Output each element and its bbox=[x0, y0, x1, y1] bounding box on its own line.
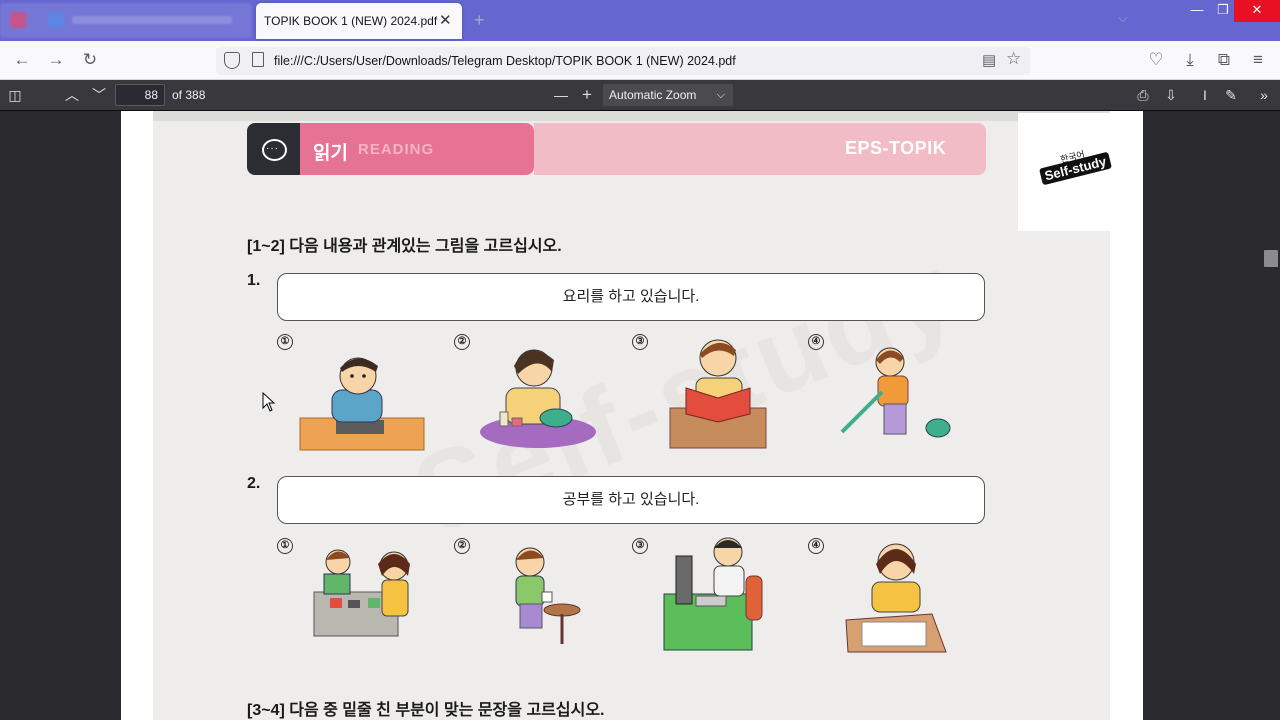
option-number: ② bbox=[454, 538, 470, 554]
print-icon[interactable]: ⎙ bbox=[1133, 85, 1153, 105]
option-number: ① bbox=[277, 334, 293, 350]
question-number: 1. bbox=[247, 272, 261, 289]
tab-active[interactable]: TOPIK BOOK 1 (NEW) 2024.pdf ✕ bbox=[256, 3, 462, 39]
banner-brand: EPS-TOPIK bbox=[845, 138, 947, 158]
url-bar[interactable]: file:///C:/Users/User/Downloads/Telegram… bbox=[216, 47, 1030, 75]
page-top-strip bbox=[153, 111, 1110, 121]
page-number-input[interactable]: 88 bbox=[115, 84, 165, 106]
save-icon[interactable]: ⇩ bbox=[1161, 85, 1181, 105]
option-number: ① bbox=[277, 538, 293, 554]
pocket-icon[interactable]: ♡ bbox=[1146, 50, 1166, 70]
menu-icon[interactable]: ≡ bbox=[1248, 50, 1268, 70]
zoom-select-value: Automatic Zoom bbox=[609, 88, 697, 102]
illustration-student-writing bbox=[845, 543, 947, 653]
shield-icon[interactable] bbox=[224, 52, 240, 69]
page-icon bbox=[252, 52, 264, 67]
zoom-in-button[interactable]: + bbox=[577, 85, 597, 105]
list-tabs-chevron-icon[interactable]: ⌵ bbox=[1118, 10, 1128, 26]
option-number: ④ bbox=[808, 334, 824, 350]
scrollbar[interactable] bbox=[1262, 111, 1280, 720]
new-tab-button[interactable]: + bbox=[474, 10, 485, 31]
reader-view-icon[interactable]: ▤ bbox=[982, 51, 996, 69]
question-box: 공부를 하고 있습니다. bbox=[277, 476, 985, 524]
back-icon[interactable]: ← bbox=[12, 50, 32, 70]
next-page-icon[interactable]: ﹀ bbox=[89, 85, 109, 105]
draw-icon[interactable]: ✎ bbox=[1221, 85, 1241, 105]
page-content-background bbox=[153, 111, 1110, 720]
banner-korean-title: 읽기 bbox=[313, 143, 348, 164]
tools-menu-icon[interactable]: » bbox=[1254, 85, 1274, 105]
speech-bubble-dots: ··· bbox=[266, 143, 279, 154]
tab-title: TOPIK BOOK 1 (NEW) 2024.pdf bbox=[264, 14, 438, 28]
illustration-man-reading bbox=[669, 339, 767, 449]
illustration-woman-cooking bbox=[480, 349, 596, 448]
option-number: ④ bbox=[808, 538, 824, 554]
illustration-boy-at-desk bbox=[299, 357, 425, 451]
option-number: ② bbox=[454, 334, 470, 350]
scrollbar-thumb[interactable] bbox=[1264, 250, 1278, 267]
extensions-icon[interactable]: ⧉ bbox=[1214, 50, 1234, 70]
instruction-heading: [1~2] 다음 내용과 관계있는 그림을 고르십시오. bbox=[247, 238, 562, 255]
sidebar-toggle-icon[interactable]: ◫ bbox=[5, 85, 25, 105]
url-text[interactable]: file:///C:/Users/User/Downloads/Telegram… bbox=[274, 54, 736, 68]
forward-icon[interactable]: → bbox=[46, 50, 66, 70]
zoom-select[interactable]: Automatic Zoom ⌵ bbox=[603, 84, 733, 106]
question-number: 2. bbox=[247, 475, 261, 492]
instruction-heading-2: [3~4] 다음 중 밑줄 친 부분이 맞는 문장을 고르십시오. bbox=[247, 702, 605, 719]
mouse-cursor-icon bbox=[262, 392, 276, 412]
option-number: ③ bbox=[632, 538, 648, 554]
illustration-person-with-coffee bbox=[515, 547, 581, 644]
question-box: 요리를 하고 있습니다. bbox=[277, 273, 985, 321]
tab-inactive[interactable] bbox=[0, 3, 252, 38]
downloads-icon[interactable]: ⤓ bbox=[1180, 50, 1200, 70]
reload-icon[interactable]: ↻ bbox=[80, 50, 100, 70]
banner-english-title: READING bbox=[358, 141, 435, 158]
text-tool-icon[interactable]: I bbox=[1195, 85, 1215, 105]
tab-favicon-icon bbox=[10, 12, 26, 28]
tab-close-icon[interactable]: ✕ bbox=[439, 11, 452, 29]
previous-page-icon[interactable]: ︿ bbox=[62, 85, 82, 105]
illustration-shop-counter bbox=[313, 549, 410, 637]
illustration-man-at-computer bbox=[663, 537, 763, 651]
chevron-down-icon: ⌵ bbox=[716, 89, 725, 101]
bookmark-star-icon[interactable]: ☆ bbox=[1006, 49, 1021, 69]
illustration-vacuuming bbox=[840, 347, 951, 438]
zoom-out-button[interactable]: — bbox=[551, 85, 571, 105]
tab-favicon-icon bbox=[48, 12, 64, 28]
tab-blurred-title bbox=[72, 16, 232, 24]
option-number: ③ bbox=[632, 334, 648, 350]
window-close-icon[interactable]: ✕ bbox=[1234, 0, 1280, 22]
page-count: of 388 bbox=[172, 88, 206, 102]
